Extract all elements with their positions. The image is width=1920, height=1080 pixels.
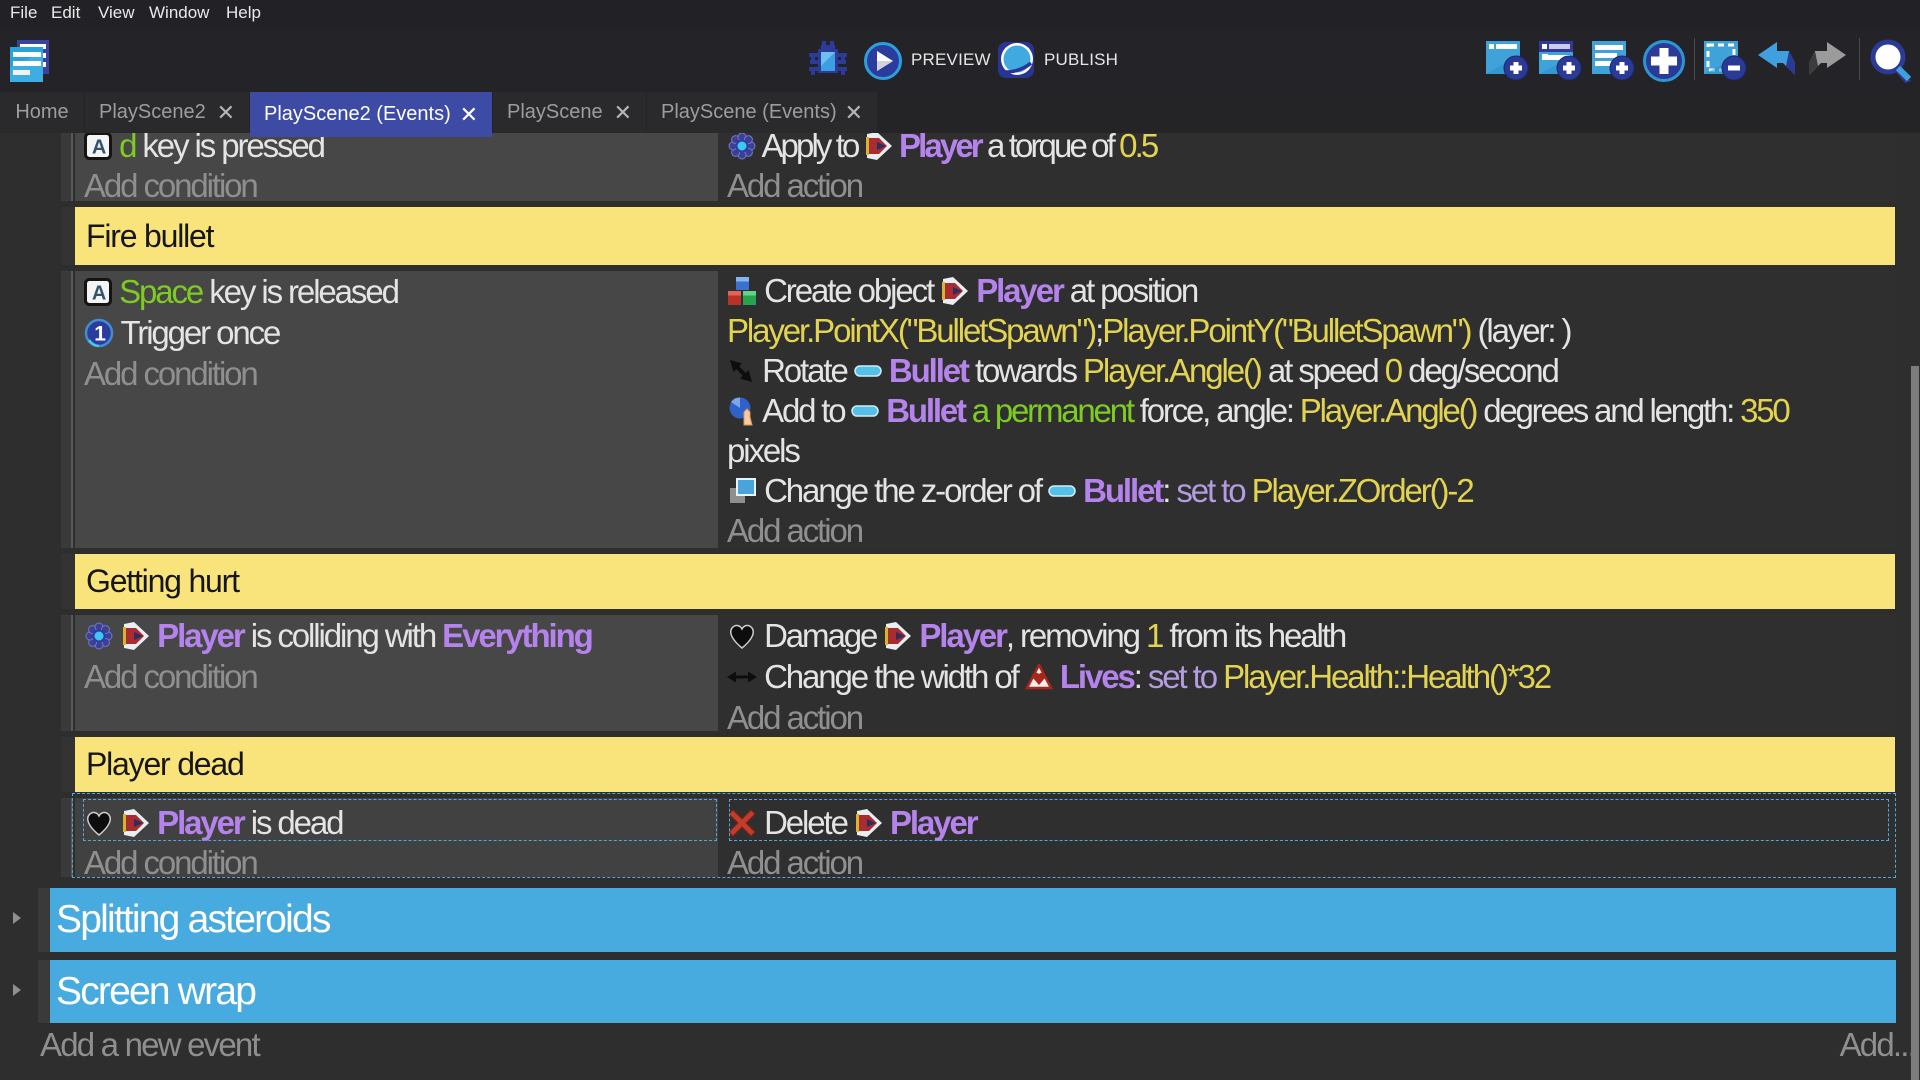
svg-text:A: A [92, 283, 106, 305]
svg-text:A: A [92, 137, 106, 159]
